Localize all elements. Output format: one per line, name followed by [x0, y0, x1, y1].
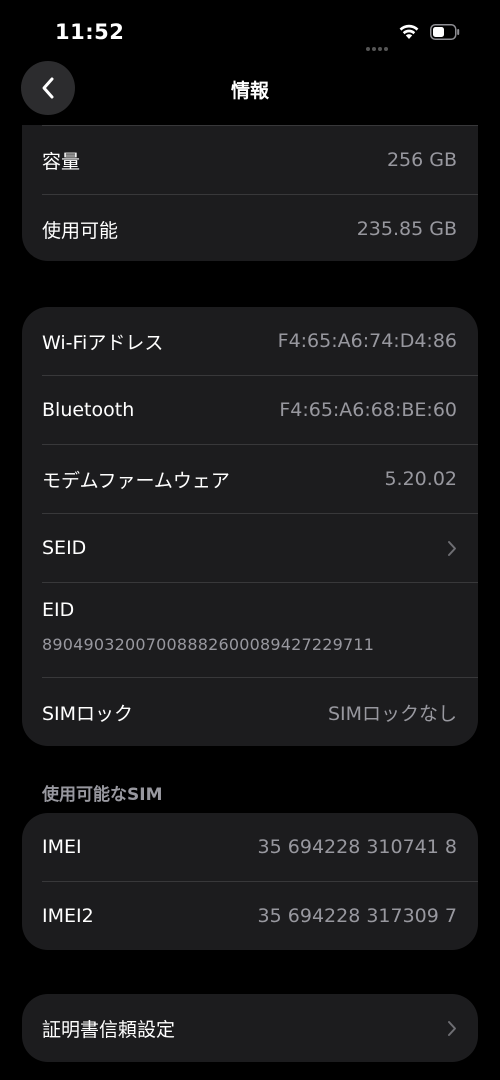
- bluetooth-value: F4:65:A6:68:BE:60: [279, 399, 457, 421]
- eid-row: EID 89049032007008882600089427229711: [42, 583, 478, 678]
- wifi-address-label: Wi-Fiアドレス: [42, 331, 164, 354]
- imei2-value: 35 694228 317309 7: [257, 905, 457, 927]
- storage-group: 容量 256 GB 使用可能 235.85 GB: [22, 125, 478, 261]
- wifi-icon: [399, 24, 419, 39]
- available-row: 使用可能 235.85 GB: [42, 195, 478, 261]
- available-sim-group: IMEI 35 694228 310741 8 IMEI2 35 694228 …: [22, 813, 478, 950]
- status-bar: 11:52: [0, 0, 500, 64]
- cellular-signal-icon: [366, 36, 390, 55]
- capacity-label: 容量: [42, 150, 81, 173]
- seid-label: SEID: [42, 537, 87, 559]
- certificate-trust-row[interactable]: 証明書信頼設定: [42, 994, 478, 1062]
- capacity-value: 256 GB: [386, 149, 457, 171]
- bluetooth-row: Bluetooth F4:65:A6:68:BE:60: [42, 376, 478, 445]
- imei-row: IMEI 35 694228 310741 8: [42, 813, 478, 882]
- imei2-row: IMEI2 35 694228 317309 7: [42, 882, 478, 950]
- available-sim-header: 使用可能なSIM: [42, 785, 163, 805]
- battery-icon: [430, 24, 460, 40]
- about-screen: 11:52 情報 容量 256 GB 使用可能 235.85 GB Wi-Fiア…: [0, 0, 500, 1080]
- bluetooth-label: Bluetooth: [42, 399, 135, 421]
- sim-lock-value: SIMロックなし: [327, 702, 457, 725]
- imei-label: IMEI: [42, 836, 82, 858]
- network-group: Wi-Fiアドレス F4:65:A6:74:D4:86 Bluetooth F4…: [22, 307, 478, 746]
- eid-value: 89049032007008882600089427229711: [42, 635, 375, 654]
- eid-label: EID: [42, 599, 75, 621]
- modem-firmware-value: 5.20.02: [384, 468, 457, 490]
- chevron-right-icon: [448, 540, 456, 556]
- wifi-address-value: F4:65:A6:74:D4:86: [277, 330, 457, 352]
- capacity-row: 容量 256 GB: [42, 125, 478, 195]
- certificate-group: 証明書信頼設定: [22, 994, 478, 1062]
- status-time: 11:52: [55, 20, 125, 44]
- available-value: 235.85 GB: [356, 218, 457, 240]
- wifi-address-row: Wi-Fiアドレス F4:65:A6:74:D4:86: [42, 307, 478, 376]
- sim-lock-label: SIMロック: [42, 702, 134, 725]
- imei2-label: IMEI2: [42, 905, 94, 927]
- page-title: 情報: [230, 80, 269, 102]
- available-label: 使用可能: [42, 219, 119, 242]
- imei-value: 35 694228 310741 8: [257, 836, 457, 858]
- seid-row[interactable]: SEID: [42, 514, 478, 583]
- modem-firmware-label: モデムファームウェア: [42, 469, 230, 492]
- chevron-right-icon: [448, 1020, 456, 1036]
- certificate-trust-label: 証明書信頼設定: [42, 1018, 176, 1041]
- sim-lock-row: SIMロック SIMロックなし: [42, 678, 478, 746]
- modem-firmware-row: モデムファームウェア 5.20.02: [42, 445, 478, 514]
